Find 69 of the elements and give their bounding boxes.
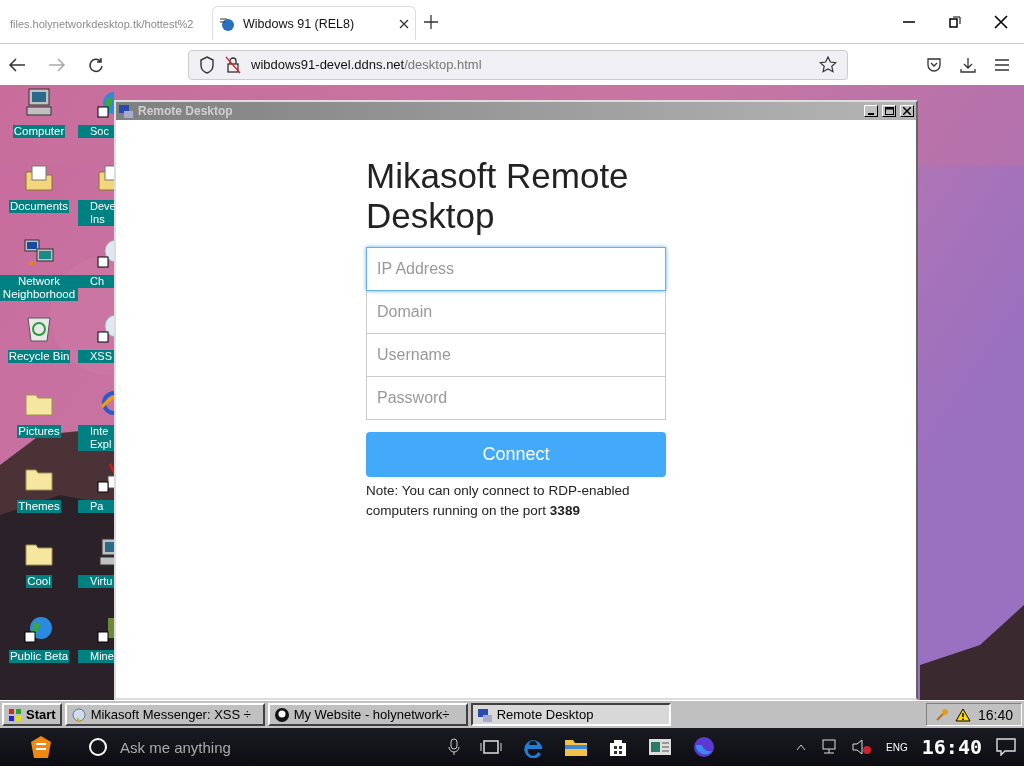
desktop-icon-label: Computer bbox=[12, 125, 66, 138]
app-icon bbox=[273, 706, 290, 723]
muted-speaker-icon[interactable] bbox=[852, 739, 873, 755]
input-field[interactable]: IP Address bbox=[366, 247, 666, 291]
language-indicator[interactable]: ENG bbox=[886, 741, 908, 753]
app-window-icon[interactable] bbox=[648, 737, 672, 757]
desktop-icon-label: Pa bbox=[78, 500, 114, 513]
desktop-icon-label: Ch bbox=[78, 275, 114, 288]
chevron-up-icon[interactable] bbox=[796, 743, 807, 751]
close-button[interactable] bbox=[900, 105, 914, 117]
network-icon[interactable] bbox=[820, 739, 839, 755]
desktop-icon-label: Public Beta bbox=[8, 650, 70, 663]
warning-icon bbox=[955, 707, 971, 722]
store-icon[interactable] bbox=[608, 737, 628, 757]
app-icon bbox=[70, 706, 87, 723]
title-bar: Remote Desktop bbox=[116, 102, 916, 120]
desktop-icon-label: Deve Ins bbox=[78, 200, 114, 226]
star-icon[interactable] bbox=[819, 55, 837, 74]
close-icon bbox=[903, 107, 911, 115]
menu-icon[interactable] bbox=[994, 56, 1010, 73]
desktop-icon-label: Documents bbox=[8, 200, 70, 213]
desktop-icon-label: Themes bbox=[17, 500, 61, 513]
windows-logo-icon bbox=[8, 707, 22, 722]
minimize-button[interactable] bbox=[864, 105, 878, 117]
globe-icon bbox=[219, 15, 235, 32]
insecure-lock-icon bbox=[225, 55, 241, 74]
input-field[interactable]: Domain bbox=[366, 290, 666, 334]
desktop-icon-label: Mine bbox=[78, 650, 114, 663]
input-field[interactable]: Password bbox=[366, 376, 666, 420]
taskbar-button[interactable]: My Website - holynetwork÷ bbox=[267, 703, 468, 726]
note-text: Note: You can only connect to RDP-enabled computers running on the port 3389 bbox=[366, 482, 631, 520]
search-icon[interactable] bbox=[88, 737, 108, 757]
new-tab-icon[interactable] bbox=[424, 14, 438, 29]
desktop-icon-label: Network Neighborhood bbox=[0, 275, 78, 301]
desktop-icon-label: XSS bbox=[78, 350, 114, 363]
desktop-icon-label: Virtu bbox=[78, 575, 114, 588]
clock[interactable]: 16:40 bbox=[921, 735, 982, 759]
form-heading: Mikasoft Remote Desktop bbox=[366, 156, 630, 236]
taskbar-button[interactable]: Remote Desktop bbox=[470, 703, 671, 726]
desktop-icon[interactable] bbox=[96, 237, 114, 269]
pocket-icon[interactable] bbox=[926, 56, 942, 73]
desktop-icon-label: Pictures bbox=[17, 425, 61, 438]
desktop-icon-label: Recycle Bin bbox=[7, 350, 71, 363]
app-icon bbox=[476, 706, 493, 723]
key-icon bbox=[935, 707, 949, 722]
desktop-icon-label: Soc bbox=[78, 125, 114, 138]
desktop-icon[interactable] bbox=[96, 312, 114, 344]
shield-icon bbox=[199, 55, 215, 74]
clock: 16:40 bbox=[977, 706, 1013, 723]
microphone-icon[interactable] bbox=[448, 738, 460, 756]
firefox-icon[interactable] bbox=[692, 735, 716, 759]
task-view-icon[interactable] bbox=[480, 739, 502, 755]
maximize-button[interactable] bbox=[882, 105, 896, 117]
notification-icon[interactable] bbox=[996, 738, 1016, 756]
search-field[interactable]: Ask me anything bbox=[118, 737, 382, 757]
desktop-icon[interactable] bbox=[96, 462, 114, 494]
desktop-icon-label: Cool bbox=[26, 575, 52, 588]
browser-tab[interactable]: files.holynetworkdesktop.tk/hottest%2 bbox=[4, 5, 208, 43]
start-button[interactable]: Start bbox=[2, 703, 62, 726]
input-field[interactable]: Username bbox=[366, 333, 666, 377]
start-logo-icon[interactable] bbox=[28, 734, 54, 760]
folder-icon[interactable] bbox=[564, 737, 588, 757]
address-bar[interactable]: wibdows91-devel.ddns.net/desktop.html bbox=[188, 49, 848, 80]
maximize-icon bbox=[884, 107, 894, 115]
remote-desktop-icon bbox=[118, 103, 134, 119]
download-icon[interactable] bbox=[960, 56, 976, 73]
browser-tab[interactable]: Wibdows 91 (REL8) bbox=[212, 6, 416, 40]
taskbar-button[interactable]: Mikasoft Messenger: XSS ÷ bbox=[64, 703, 265, 726]
desktop-icon-label: Inte Expl bbox=[78, 425, 114, 451]
